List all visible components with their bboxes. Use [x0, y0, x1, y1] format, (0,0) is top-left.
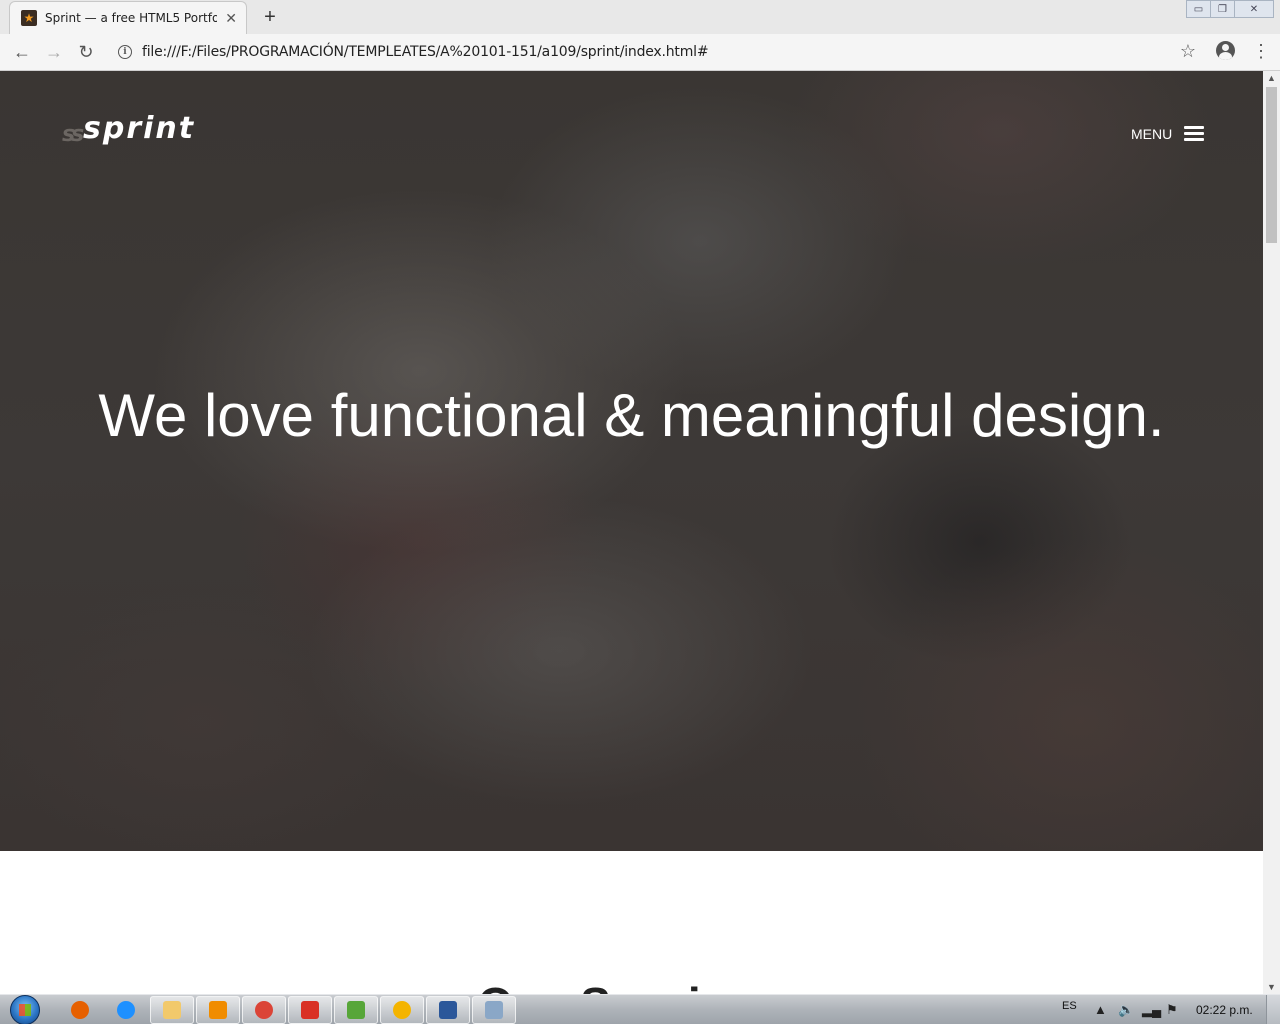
screen-recorder-icon	[301, 1001, 319, 1019]
taskbar-item-file-sync[interactable]	[334, 996, 378, 1024]
show-desktop-button[interactable]	[1266, 995, 1280, 1024]
chrome-icon	[255, 1001, 273, 1019]
restore-button[interactable]: ❐	[1210, 0, 1235, 18]
taskbar-item-firefox[interactable]	[58, 996, 102, 1024]
taskbar-item-word[interactable]	[426, 996, 470, 1024]
tab-strip: ★ Sprint — a free HTML5 Portfolio ✕ + ▭ …	[0, 0, 1280, 34]
scroll-thumb[interactable]	[1266, 87, 1277, 243]
info-icon[interactable]: i	[118, 45, 132, 59]
menu-label: MENU	[1131, 126, 1173, 142]
clock[interactable]: 02:22 p.m.	[1196, 1003, 1253, 1017]
tray-expand-icon[interactable]: ▲	[1094, 1002, 1107, 1017]
taskbar-item-file-explorer[interactable]	[150, 996, 194, 1024]
scroll-down-arrow-icon[interactable]: ▼	[1267, 982, 1276, 992]
browser-toolbar: ← → ↻ i file:///F:/Files/PROGRAMACIÓN/TE…	[0, 34, 1280, 71]
taskbar-item-browser-alt[interactable]	[380, 996, 424, 1024]
page-scrollbar[interactable]: ▲ ▼	[1263, 71, 1280, 994]
menu-toggle-button[interactable]: MENU	[1131, 123, 1205, 145]
browser-menu-icon[interactable]: ⋮	[1252, 41, 1270, 61]
taskbar-item-screen-recorder[interactable]	[288, 996, 332, 1024]
network-icon[interactable]: ▂▄	[1142, 1002, 1161, 1018]
scroll-up-arrow-icon[interactable]: ▲	[1267, 73, 1276, 83]
taskbar-item-internet-explorer[interactable]	[104, 996, 148, 1024]
services-section: Our Services	[0, 851, 1263, 994]
taskbar-item-media-player[interactable]	[196, 996, 240, 1024]
star-favicon-icon: ★	[21, 10, 37, 26]
window-close-button[interactable]: ✕	[1234, 0, 1274, 18]
back-arrow-icon[interactable]: ←	[10, 40, 34, 64]
url-text[interactable]: file:///F:/Files/PROGRAMACIÓN/TEMPLEATES…	[142, 44, 709, 60]
taskbar-item-paint[interactable]	[472, 996, 516, 1024]
window-controls: ▭ ❐ ✕	[1186, 0, 1274, 18]
taskbar: ES ▲ 🔈 ▂▄ ⚑ 02:22 p.m.	[0, 994, 1280, 1024]
logo-text: sprint	[83, 111, 196, 146]
start-button[interactable]	[6, 995, 46, 1024]
internet-explorer-icon	[117, 1001, 135, 1019]
paint-icon	[485, 1001, 503, 1019]
reload-icon[interactable]: ↻	[74, 40, 98, 64]
action-center-icon[interactable]: ⚑	[1166, 1002, 1178, 1018]
minimize-button[interactable]: ▭	[1186, 0, 1211, 18]
file-explorer-icon	[163, 1001, 181, 1019]
close-icon[interactable]: ✕	[225, 10, 237, 26]
word-icon	[439, 1001, 457, 1019]
language-indicator[interactable]: ES	[1062, 1000, 1077, 1012]
media-player-icon	[209, 1001, 227, 1019]
volume-icon[interactable]: 🔈	[1118, 1002, 1134, 1018]
file-sync-icon	[347, 1001, 365, 1019]
browser-alt-icon	[393, 1001, 411, 1019]
taskbar-item-chrome[interactable]	[242, 996, 286, 1024]
services-heading: Our Services	[0, 977, 1263, 994]
forward-arrow-icon[interactable]: →	[42, 40, 66, 64]
hamburger-menu-icon	[1184, 126, 1205, 142]
account-icon[interactable]	[1216, 41, 1235, 60]
page-viewport: ss sprint MENU We love functional & mean…	[0, 71, 1263, 994]
new-tab-button[interactable]: +	[256, 4, 284, 30]
hero-section: ss sprint MENU We love functional & mean…	[0, 71, 1263, 851]
firefox-icon	[71, 1001, 89, 1019]
tab-title: Sprint — a free HTML5 Portfolio	[45, 11, 217, 25]
address-bar[interactable]: i file:///F:/Files/PROGRAMACIÓN/TEMPLEAT…	[108, 39, 1206, 66]
windows-logo-icon	[10, 995, 40, 1024]
hero-headline: We love functional & meaningful design.	[98, 382, 1165, 449]
logo-mark: ss	[62, 122, 84, 147]
bookmark-star-icon[interactable]: ☆	[1180, 41, 1196, 62]
browser-tab[interactable]: ★ Sprint — a free HTML5 Portfolio ✕	[9, 1, 247, 34]
